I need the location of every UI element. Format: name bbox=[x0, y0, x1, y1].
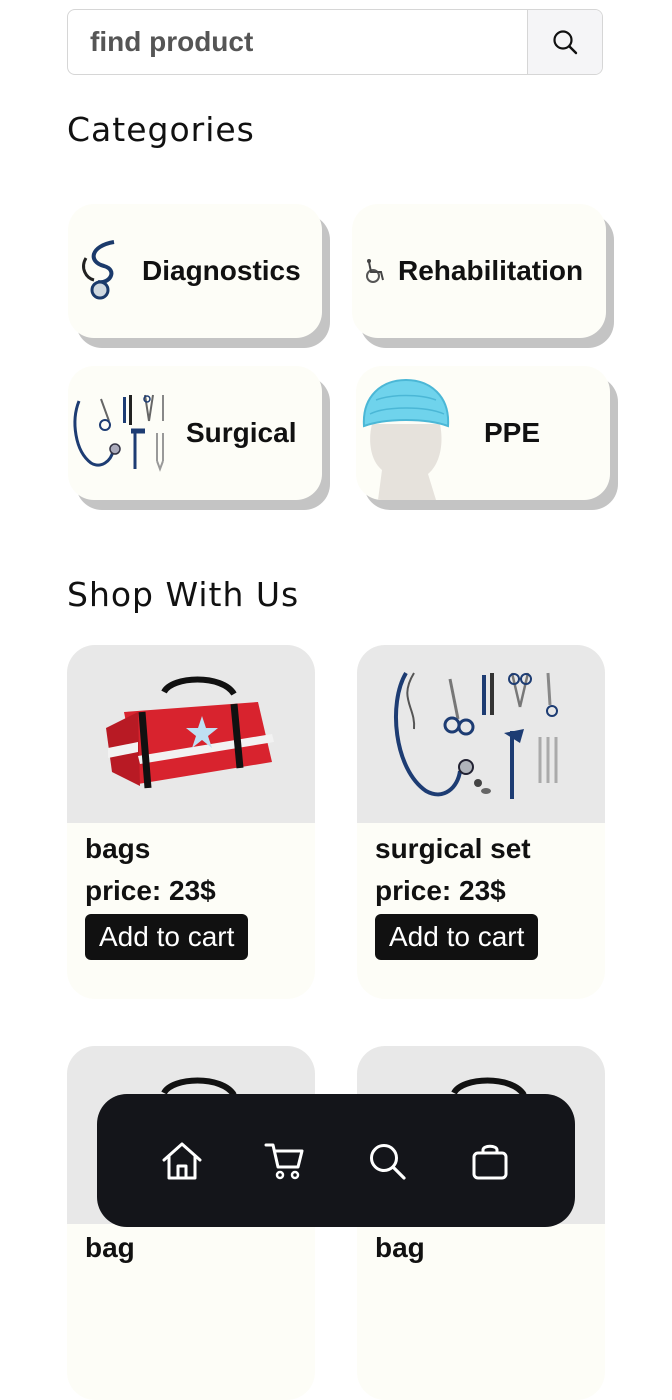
product-card-surgical-set[interactable]: surgical set price: 23$ Add to cart bbox=[357, 645, 605, 999]
nav-cart-button[interactable] bbox=[255, 1131, 315, 1191]
nav-home-button[interactable] bbox=[152, 1131, 212, 1191]
product-image bbox=[67, 645, 315, 823]
nav-bag-button[interactable] bbox=[460, 1131, 520, 1191]
search-icon bbox=[553, 30, 578, 55]
product-name: bags bbox=[85, 833, 151, 864]
categories-heading: Categories bbox=[67, 110, 255, 149]
category-surgical[interactable]: Surgical bbox=[68, 366, 322, 500]
product-name: bag bbox=[375, 1232, 425, 1263]
bottom-nav bbox=[97, 1094, 575, 1227]
shop-heading: Shop With Us bbox=[67, 575, 300, 614]
search-bar bbox=[67, 9, 603, 75]
category-label: Diagnostics bbox=[142, 255, 301, 286]
bag-icon bbox=[472, 1144, 508, 1179]
product-price: price: 23$ bbox=[85, 875, 216, 906]
medical-bag-icon bbox=[106, 676, 274, 789]
surgical-set-icon bbox=[394, 671, 558, 799]
product-image bbox=[357, 645, 605, 823]
category-label: Rehabilitation bbox=[398, 255, 584, 286]
cart-icon bbox=[264, 1143, 304, 1179]
search-button[interactable] bbox=[527, 10, 602, 74]
add-to-cart-button[interactable]: Add to cart bbox=[85, 914, 249, 960]
wheelchair-icon bbox=[352, 204, 398, 338]
category-rehabilitation[interactable]: Rehabilitation bbox=[352, 204, 606, 338]
add-to-cart-button[interactable]: Add to cart bbox=[375, 914, 539, 960]
category-label: Surgical bbox=[186, 417, 297, 448]
home-icon bbox=[162, 1142, 202, 1179]
surgical-tools-icon bbox=[68, 366, 178, 500]
stethoscope-icon bbox=[68, 204, 138, 338]
search-icon bbox=[370, 1143, 406, 1180]
product-name: surgical set bbox=[375, 833, 531, 864]
nav-search-button[interactable] bbox=[357, 1131, 417, 1191]
product-price: price: 23$ bbox=[375, 875, 506, 906]
hairnet-icon bbox=[356, 366, 456, 500]
product-card-bags[interactable]: bags price: 23$ Add to cart bbox=[67, 645, 315, 999]
category-ppe[interactable]: PPE bbox=[356, 366, 610, 500]
category-diagnostics[interactable]: Diagnostics bbox=[68, 204, 322, 338]
product-name: bag bbox=[85, 1232, 135, 1263]
search-input[interactable] bbox=[68, 10, 527, 74]
category-label: PPE bbox=[484, 417, 541, 448]
